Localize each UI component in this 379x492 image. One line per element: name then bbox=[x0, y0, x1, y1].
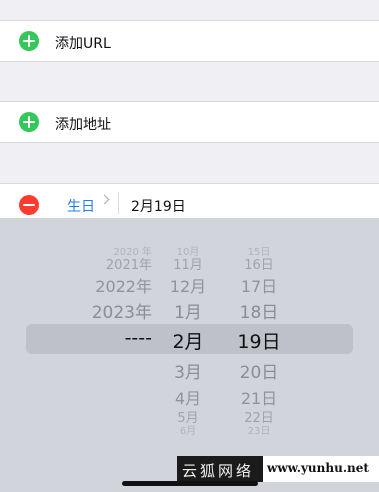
picker-year-column[interactable]: 2020 年 2021年 2022年 2023年 ---- bbox=[0, 218, 160, 492]
separator bbox=[118, 192, 119, 214]
add-url-plus-icon[interactable] bbox=[19, 31, 39, 51]
watermark-brand-text: 云狐网络 bbox=[182, 462, 255, 480]
birthday-value[interactable]: 2月19日 bbox=[131, 196, 186, 216]
add-address-label: 添加地址 bbox=[55, 117, 111, 133]
watermark-url: www.yunhu.net bbox=[263, 456, 379, 482]
add-address-row[interactable]: 添加地址 bbox=[0, 101, 379, 143]
picker-day-item[interactable]: 16日 bbox=[244, 254, 274, 273]
picker-year-item[interactable]: 2022年 bbox=[95, 273, 152, 297]
picker-day-item[interactable]: 18日 bbox=[240, 298, 279, 323]
picker-month-item[interactable]: 12月 bbox=[170, 273, 206, 297]
add-url-label: 添加URL bbox=[55, 36, 111, 52]
picker-year-item[interactable]: 2023年 bbox=[92, 298, 152, 323]
birthday-label[interactable]: 生日 bbox=[67, 196, 95, 216]
picker-month-item[interactable]: 6月 bbox=[180, 422, 196, 437]
picker-day-item[interactable]: 21日 bbox=[241, 385, 277, 409]
picker-month-item[interactable]: 3月 bbox=[174, 358, 202, 383]
remove-birthday-minus-icon[interactable] bbox=[19, 195, 39, 215]
add-address-plus-icon[interactable] bbox=[19, 112, 39, 132]
picker-day-item[interactable]: 19日 bbox=[237, 327, 280, 354]
birthday-row[interactable]: 生日 2月19日 bbox=[0, 183, 379, 219]
picker-day-item[interactable]: 23日 bbox=[248, 422, 271, 437]
chevron-right-icon bbox=[99, 194, 110, 205]
picker-day-column[interactable]: 15日 16日 17日 18日 19日 20日 21日 22日 23日 bbox=[228, 218, 308, 492]
picker-month-item[interactable]: 11月 bbox=[173, 254, 203, 273]
picker-day-item[interactable]: 20日 bbox=[240, 358, 279, 383]
picker-day-item[interactable]: 17日 bbox=[241, 273, 277, 297]
picker-year-item[interactable]: 2021年 bbox=[106, 254, 152, 273]
picker-month-item[interactable]: 2月 bbox=[172, 327, 203, 354]
watermark-brand: 云狐网络 bbox=[177, 456, 263, 482]
date-picker[interactable]: 2020 年 2021年 2022年 2023年 ---- 10月 11月 12月 1月 2月 3… bbox=[0, 218, 379, 492]
picker-year-item[interactable]: ---- bbox=[125, 327, 152, 349]
picker-month-item[interactable]: 1月 bbox=[174, 298, 202, 323]
picker-month-column[interactable]: 10月 11月 12月 1月 2月 3月 4月 5月 6月 bbox=[160, 218, 228, 492]
picker-month-item[interactable]: 4月 bbox=[175, 385, 201, 409]
add-url-row[interactable]: 添加URL bbox=[0, 20, 379, 62]
watermark-url-text: www.yunhu.net bbox=[267, 461, 369, 475]
home-indicator[interactable] bbox=[122, 481, 258, 486]
